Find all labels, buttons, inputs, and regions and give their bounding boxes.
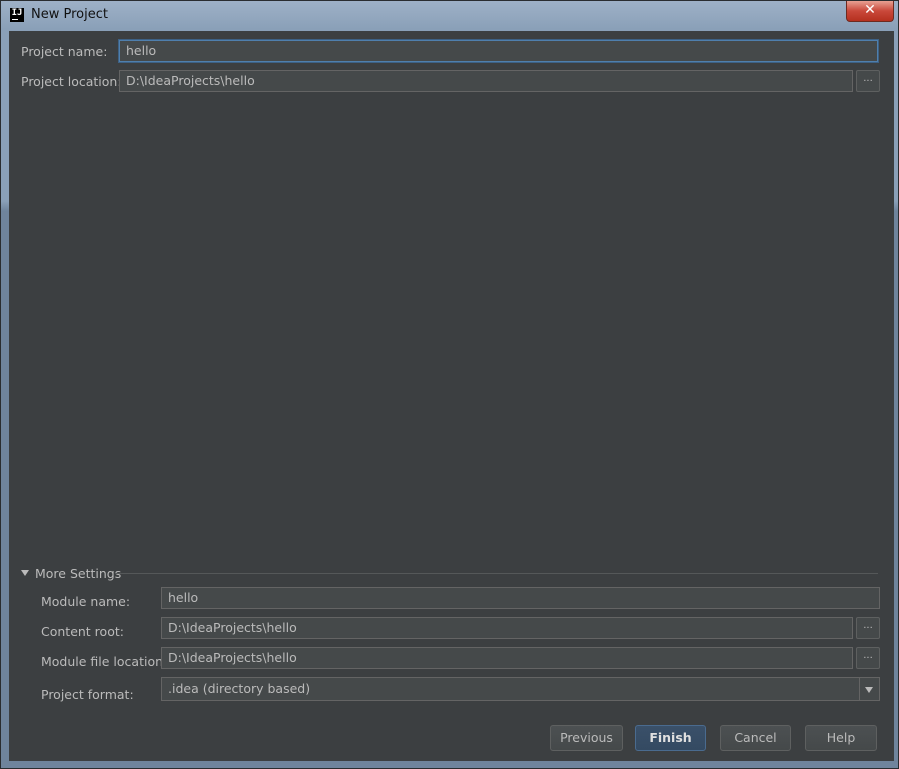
module-name-label: Module name: xyxy=(41,594,131,609)
window-title: New Project xyxy=(31,7,108,22)
module-name-input[interactable]: hello xyxy=(161,587,880,609)
module-name-value: hello xyxy=(168,590,199,605)
module-file-location-input[interactable]: D:\IdeaProjects\hello xyxy=(161,647,853,669)
title-bar: IJ New Project ✕ xyxy=(1,1,898,31)
section-divider xyxy=(115,573,878,574)
project-location-input[interactable]: D:\IdeaProjects\hello xyxy=(119,70,853,92)
content-root-input[interactable]: D:\IdeaProjects\hello xyxy=(161,617,853,639)
chevron-down-icon[interactable] xyxy=(859,678,879,700)
project-format-value: .idea (directory based) xyxy=(168,681,311,696)
ellipsis-icon: ... xyxy=(863,620,873,631)
module-file-location-label: Module file location: xyxy=(41,654,168,669)
module-file-location-value: D:\IdeaProjects\hello xyxy=(168,650,297,665)
cancel-button[interactable]: Cancel xyxy=(720,725,791,751)
content-root-browse-button[interactable]: ... xyxy=(856,617,880,639)
close-icon: ✕ xyxy=(864,2,876,18)
project-location-label: Project location: xyxy=(21,74,122,89)
expand-triangle-icon xyxy=(21,570,29,576)
content-root-value: D:\IdeaProjects\hello xyxy=(168,620,297,635)
previous-button[interactable]: Previous xyxy=(550,725,623,751)
close-button[interactable]: ✕ xyxy=(846,1,894,22)
more-settings-toggle[interactable]: More Settings xyxy=(21,566,121,581)
module-file-location-browse-button[interactable]: ... xyxy=(856,647,880,669)
project-name-value: hello xyxy=(126,43,157,58)
ellipsis-icon: ... xyxy=(863,73,873,84)
finish-button[interactable]: Finish xyxy=(635,725,706,751)
dialog-window: IJ New Project ✕ Project name: hello Pro… xyxy=(0,0,899,769)
project-name-input[interactable]: hello xyxy=(119,40,878,62)
intellij-icon: IJ xyxy=(10,8,24,22)
more-settings-label: More Settings xyxy=(35,566,122,581)
project-location-value: D:\IdeaProjects\hello xyxy=(126,73,255,88)
help-button[interactable]: Help xyxy=(805,725,877,751)
dialog-content: Project name: hello Project location: D:… xyxy=(9,31,894,761)
project-name-label: Project name: xyxy=(21,44,108,59)
content-root-label: Content root: xyxy=(41,624,124,639)
project-format-label: Project format: xyxy=(41,687,134,702)
project-location-browse-button[interactable]: ... xyxy=(856,70,880,92)
ellipsis-icon: ... xyxy=(863,650,873,661)
project-format-select[interactable]: .idea (directory based) xyxy=(161,677,880,701)
